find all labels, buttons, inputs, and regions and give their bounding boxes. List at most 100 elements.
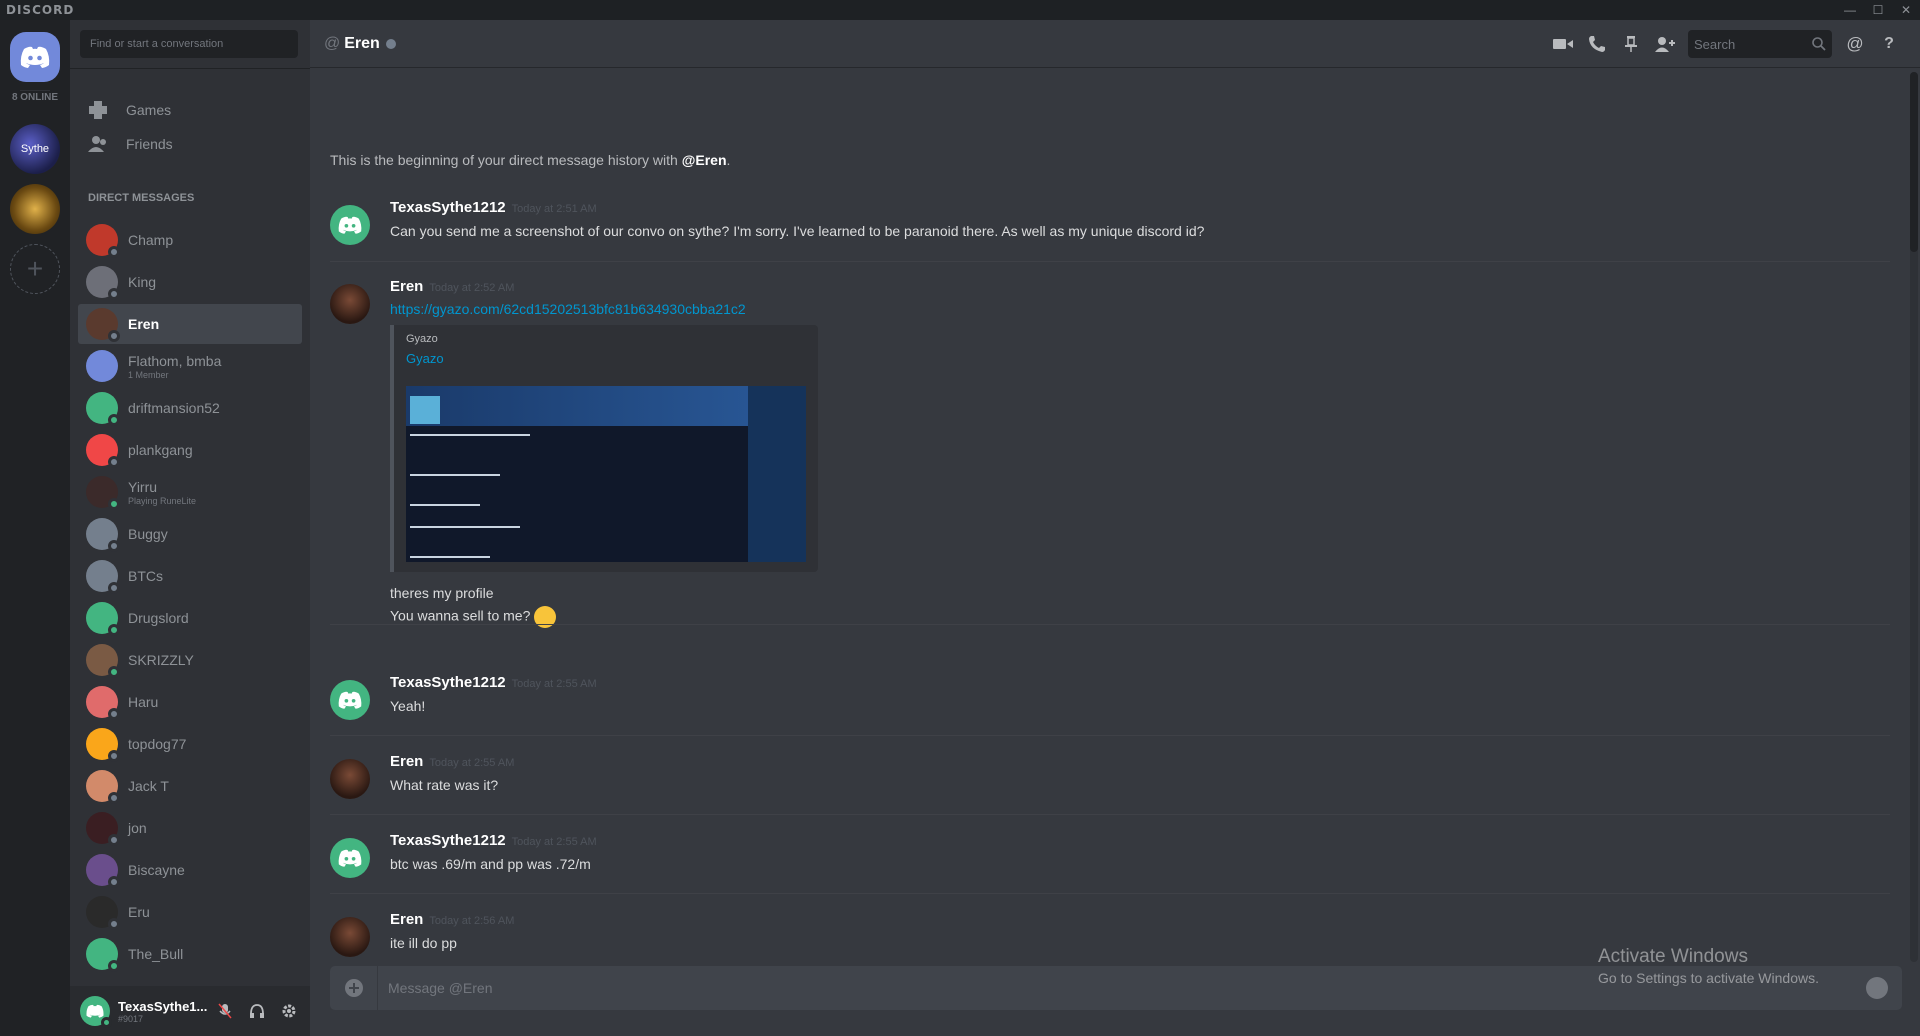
find-conversation-input[interactable]: Find or start a conversation bbox=[80, 30, 298, 58]
dm-item[interactable]: topdog77 bbox=[78, 724, 302, 764]
discord-logo-icon bbox=[338, 216, 362, 234]
dm-item[interactable]: Haru bbox=[78, 682, 302, 722]
dm-item[interactable]: Drugslord bbox=[78, 598, 302, 638]
embed-title[interactable]: Gyazo bbox=[406, 351, 808, 366]
nav-friends[interactable]: Friends bbox=[78, 125, 302, 163]
message-input[interactable]: Message @Eren bbox=[388, 980, 492, 996]
pin-icon[interactable] bbox=[1620, 33, 1642, 55]
dm-name: King bbox=[128, 274, 157, 290]
message-author[interactable]: TexasSythe1212 bbox=[390, 832, 506, 849]
add-server-button[interactable]: + bbox=[10, 244, 60, 294]
message-timestamp: Today at 2:51 AM bbox=[511, 203, 597, 215]
close-button[interactable]: ✕ bbox=[1892, 0, 1920, 20]
dm-item[interactable]: King bbox=[78, 262, 302, 302]
author-avatar[interactable] bbox=[330, 759, 370, 799]
message-author[interactable]: Eren bbox=[390, 278, 423, 295]
windows-activation-watermark: Activate Windows Go to Settings to activ… bbox=[1598, 946, 1819, 986]
message-text: You wanna sell to me? bbox=[390, 607, 531, 624]
mute-mic-icon[interactable] bbox=[216, 1002, 234, 1020]
guild-bar: 8 ONLINE Sythe + bbox=[0, 20, 70, 1036]
dm-item[interactable]: Eru bbox=[78, 892, 302, 932]
upload-button[interactable] bbox=[330, 966, 378, 1010]
guild-emblem[interactable] bbox=[10, 184, 60, 234]
dm-item[interactable]: plankgang bbox=[78, 430, 302, 470]
headphones-icon[interactable] bbox=[248, 1002, 266, 1020]
discord-logo-icon bbox=[86, 1004, 104, 1018]
controller-icon bbox=[86, 98, 110, 122]
watermark-title: Activate Windows bbox=[1598, 946, 1748, 967]
dm-item[interactable]: Champ bbox=[78, 220, 302, 260]
dm-avatar bbox=[86, 602, 120, 636]
thumb-line bbox=[410, 504, 480, 506]
guild-sythe[interactable]: Sythe bbox=[10, 124, 60, 174]
dm-avatar bbox=[86, 728, 120, 762]
guild-sythe-label: Sythe bbox=[20, 143, 50, 155]
dm-item[interactable]: Buggy bbox=[78, 514, 302, 554]
dm-avatar bbox=[86, 350, 118, 382]
dm-item[interactable]: Flathom, bmba 1 Member bbox=[78, 346, 302, 386]
message-link[interactable]: https://gyazo.com/62cd15202513bfc81b6349… bbox=[390, 301, 1890, 317]
author-avatar[interactable] bbox=[330, 284, 370, 324]
plus-icon: + bbox=[26, 253, 44, 284]
dm-item[interactable]: driftmansion52 bbox=[78, 388, 302, 428]
dm-avatar bbox=[86, 476, 120, 510]
message: Eren Today at 2:55 AM What rate was it? bbox=[330, 753, 1890, 799]
message-author[interactable]: Eren bbox=[390, 911, 423, 928]
home-button[interactable] bbox=[10, 32, 60, 82]
message-divider bbox=[330, 261, 1890, 262]
dm-item[interactable]: The_Bull bbox=[78, 934, 302, 974]
thumb-banner bbox=[406, 386, 806, 426]
friends-icon bbox=[86, 132, 110, 156]
user-avatar[interactable] bbox=[80, 996, 112, 1028]
dm-sidebar: Find or start a conversation Games Frien… bbox=[70, 20, 310, 1036]
dm-names: Buggy bbox=[128, 526, 168, 542]
discord-app: DISCORD — ☐ ✕ 8 ONLINE Sythe + Find or s… bbox=[0, 0, 1920, 1036]
dm-name: Biscayne bbox=[128, 862, 185, 878]
maximize-button[interactable]: ☐ bbox=[1864, 0, 1892, 20]
at-symbol: @ bbox=[324, 34, 341, 52]
dm-item[interactable]: BTCs bbox=[78, 556, 302, 596]
sidebar-divider bbox=[70, 68, 310, 69]
dm-names: SKRIZZLY bbox=[128, 652, 194, 668]
help-icon[interactable]: ? bbox=[1878, 33, 1900, 55]
message-author[interactable]: TexasSythe1212 bbox=[390, 674, 506, 691]
message-author[interactable]: TexasSythe1212 bbox=[390, 199, 506, 216]
minimize-button[interactable]: — bbox=[1836, 0, 1864, 20]
discord-logo-icon bbox=[338, 691, 362, 709]
settings-gear-icon[interactable] bbox=[280, 1002, 298, 1020]
nav-games[interactable]: Games bbox=[78, 91, 302, 129]
mentions-icon[interactable]: @ bbox=[1844, 33, 1866, 55]
author-avatar[interactable] bbox=[330, 680, 370, 720]
video-call-icon[interactable] bbox=[1552, 33, 1574, 55]
message-list: This is the beginning of your direct mes… bbox=[310, 69, 1906, 969]
scrollbar-thumb[interactable] bbox=[1910, 72, 1918, 252]
author-avatar[interactable] bbox=[330, 917, 370, 957]
emoji-picker-icon[interactable] bbox=[1866, 977, 1888, 999]
embed-image[interactable] bbox=[406, 386, 806, 562]
status-indicator bbox=[108, 666, 120, 678]
author-avatar[interactable] bbox=[330, 838, 370, 878]
discord-logo-icon bbox=[338, 849, 362, 867]
author-avatar[interactable] bbox=[330, 205, 370, 245]
add-friend-icon[interactable] bbox=[1654, 33, 1676, 55]
dm-names: Eru bbox=[128, 904, 150, 920]
dm-item[interactable]: Yirru Playing RuneLite bbox=[78, 472, 302, 512]
message-author[interactable]: Eren bbox=[390, 753, 423, 770]
dm-item[interactable]: Eren bbox=[78, 304, 302, 344]
search-icon bbox=[1812, 37, 1826, 51]
dm-names: Champ bbox=[128, 232, 173, 248]
dm-item[interactable]: Biscayne bbox=[78, 850, 302, 890]
dm-name: Buggy bbox=[128, 526, 168, 542]
dm-names: King bbox=[128, 274, 156, 290]
dm-names: Eren bbox=[128, 316, 159, 332]
dm-item[interactable]: jon bbox=[78, 808, 302, 848]
status-indicator bbox=[108, 960, 120, 972]
dm-names: Drugslord bbox=[128, 610, 189, 626]
dm-avatar bbox=[86, 770, 120, 804]
dm-item[interactable]: Jack T bbox=[78, 766, 302, 806]
voice-call-icon[interactable] bbox=[1586, 33, 1608, 55]
dm-avatar bbox=[86, 896, 120, 930]
dm-item[interactable]: SKRIZZLY bbox=[78, 640, 302, 680]
search-input[interactable]: Search bbox=[1688, 30, 1832, 58]
dm-subtitle: 1 Member bbox=[128, 369, 169, 380]
